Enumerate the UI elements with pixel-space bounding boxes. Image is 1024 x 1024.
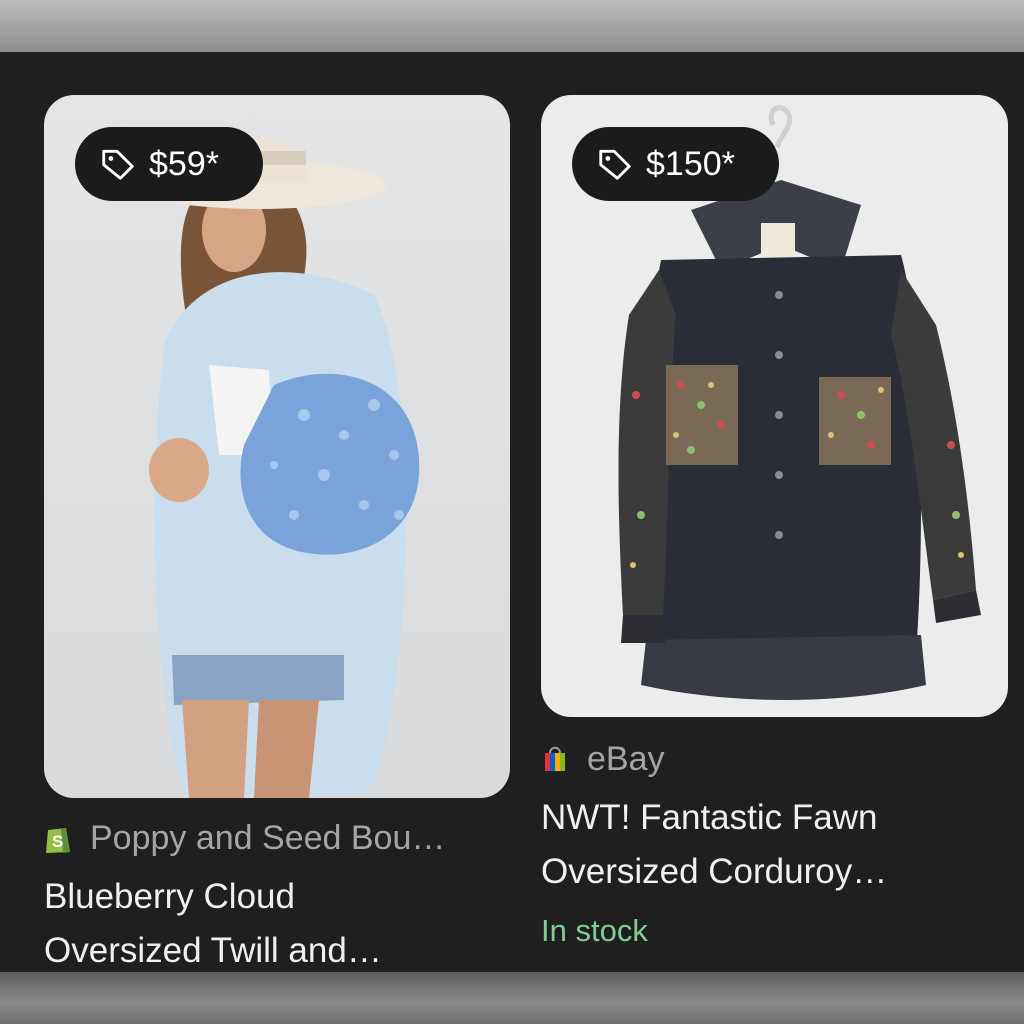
availability-status: In stock — [541, 913, 648, 948]
merchant-name: Poppy and Seed Bou… — [90, 818, 446, 857]
price-value: $59* — [149, 144, 219, 183]
price-value: $150* — [646, 144, 735, 183]
product-title[interactable]: NWT! Fantastic Fawn Oversized Corduroy… — [541, 791, 1008, 899]
tag-icon — [102, 149, 134, 180]
merchant-row[interactable]: S Poppy and Seed Bou… — [44, 818, 510, 858]
product-title-line1: Blueberry Cloud — [44, 877, 295, 916]
svg-text:S: S — [52, 832, 63, 851]
product-title-line1: NWT! Fantastic Fawn — [541, 798, 878, 837]
product-image[interactable]: $59* — [44, 95, 510, 798]
price-tag: $59* — [75, 127, 263, 201]
product-image[interactable]: $150* — [541, 95, 1008, 717]
top-bezel — [0, 0, 1024, 52]
shopify-bag-icon: S — [44, 822, 72, 854]
ebay-bag-icon — [541, 743, 569, 775]
tag-icon — [599, 149, 631, 180]
product-card-poppy[interactable]: $59* S Poppy and Seed Bou… Blueberry Clo… — [44, 95, 510, 978]
price-tag: $150* — [572, 127, 779, 201]
product-title[interactable]: Blueberry Cloud Oversized Twill and… — [44, 870, 510, 978]
bottom-bezel — [0, 972, 1024, 1024]
merchant-name: eBay — [587, 739, 665, 778]
merchant-row[interactable]: eBay — [541, 739, 1008, 779]
product-title-line2: Oversized Twill and… — [44, 931, 382, 970]
product-title-line2: Oversized Corduroy… — [541, 852, 888, 891]
product-card-ebay[interactable]: $150* eBay NWT! Fantastic Fawn Oversized… — [541, 95, 1008, 949]
